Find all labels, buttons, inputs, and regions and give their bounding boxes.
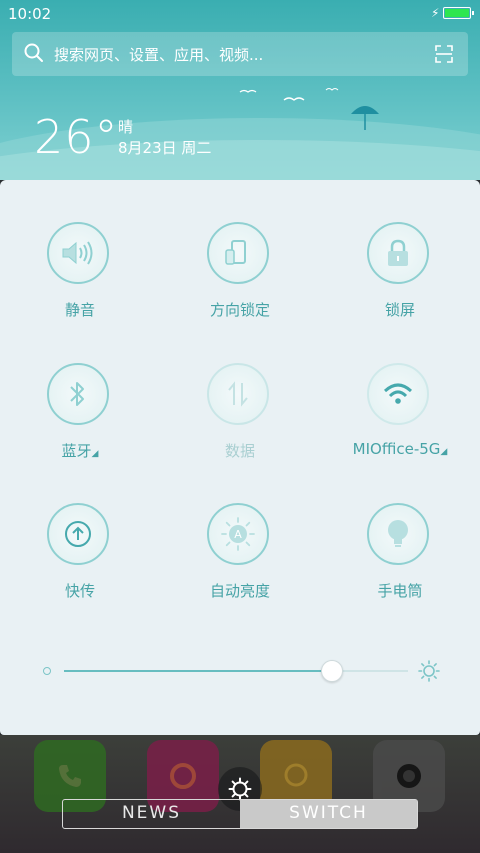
search-icon (24, 43, 43, 62)
brightness-low-icon (43, 667, 51, 675)
brightness-fill (64, 670, 333, 672)
expand-indicator-icon: ◢ (440, 447, 448, 457)
toggle-quick-transfer-circle[interactable] (47, 503, 109, 565)
search-bar[interactable]: 搜索网页、设置、应用、视频... (12, 32, 468, 76)
toggle-lock-screen-circle[interactable] (367, 222, 429, 284)
tab-switch[interactable]: SWITCH (240, 800, 417, 828)
toggle-wifi-circle[interactable] (367, 363, 429, 425)
quick-settings-panel: 静音 方向锁定 锁屏 蓝牙◢ 数据 MIOffice-5G◢ 快传 A 自动亮度… (0, 180, 480, 735)
toggle-mobile-data-label: 数据 (224, 442, 255, 460)
notification-tab-switcher: NEWS SWITCH (62, 799, 418, 829)
toggle-mute-circle[interactable] (47, 222, 109, 284)
upload-icon (65, 521, 91, 547)
expand-indicator-icon: ◢ (91, 449, 99, 459)
auto-brightness-icon: A (221, 517, 255, 551)
brightness-high-icon (418, 660, 440, 682)
svg-text:A: A (234, 528, 242, 541)
notification-header: 10:02 ⚡ 搜索网页、设置、应用、视频... 26° 晴 8月23日 周二 (0, 0, 480, 180)
tab-news[interactable]: NEWS (63, 800, 240, 828)
brightness-slider[interactable] (40, 658, 440, 688)
toggle-quick-transfer[interactable]: 快传 (0, 503, 160, 623)
toggle-mobile-data-circle[interactable] (207, 363, 269, 425)
browser-icon (170, 763, 196, 789)
weather-date: 8月23日 周二 (118, 139, 212, 157)
toggle-wifi-label: MIOffice-5G◢ (320, 440, 480, 458)
toggle-auto-brightness-label: 自动亮度 (209, 582, 270, 600)
toggle-mute-label: 静音 (64, 301, 95, 319)
birds-decoration (239, 88, 339, 101)
brightness-thumb[interactable] (321, 660, 344, 682)
toggle-wifi[interactable]: MIOffice-5G◢ (320, 363, 480, 483)
toggle-quick-transfer-label: 快传 (64, 582, 95, 600)
battery-icon (443, 7, 474, 19)
toggle-auto-brightness-circle[interactable]: A (207, 503, 269, 565)
scan-icon[interactable] (434, 44, 454, 64)
rotation-lock-icon (225, 240, 246, 265)
toggle-bluetooth[interactable]: 蓝牙◢ (0, 363, 160, 483)
charging-icon: ⚡ (431, 6, 440, 20)
data-arrows-icon (228, 381, 248, 407)
weather-condition: 晴 (118, 118, 134, 136)
toggle-flashlight-label: 手电筒 (377, 582, 423, 600)
bluetooth-label-text: 蓝牙 (61, 442, 92, 460)
toggle-mute[interactable]: 静音 (0, 222, 160, 342)
gear-icon (228, 777, 252, 801)
toggle-mobile-data[interactable]: 数据 (160, 363, 320, 483)
wifi-label-text: MIOffice-5G (352, 440, 441, 458)
toggle-lock-screen-label: 锁屏 (384, 301, 415, 319)
lock-icon (388, 239, 408, 266)
speaker-icon (62, 241, 93, 265)
bulb-icon (388, 520, 408, 547)
status-bar: 10:02 ⚡ (0, 0, 480, 28)
chat-bubble-icon (284, 763, 308, 787)
toggle-rotation-lock[interactable]: 方向锁定 (160, 222, 320, 342)
camera-icon (397, 764, 421, 788)
toggle-rotation-lock-label: 方向锁定 (209, 301, 270, 319)
toggle-flashlight-circle[interactable] (367, 503, 429, 565)
search-placeholder: 搜索网页、设置、应用、视频... (54, 46, 264, 64)
toggle-auto-brightness[interactable]: A 自动亮度 (160, 503, 320, 623)
bluetooth-icon (70, 382, 84, 406)
toggle-bluetooth-label: 蓝牙◢ (0, 440, 160, 461)
toggle-lock-screen[interactable]: 锁屏 (320, 222, 480, 342)
toggle-flashlight[interactable]: 手电筒 (320, 503, 480, 623)
toggle-rotation-lock-circle[interactable] (207, 222, 269, 284)
umbrella-decoration (351, 106, 379, 130)
phone-icon (59, 765, 81, 787)
temperature[interactable]: 26° (34, 110, 119, 164)
toggle-bluetooth-circle[interactable] (47, 363, 109, 425)
wifi-icon (383, 383, 413, 404)
clock: 10:02 (8, 5, 52, 23)
brightness-track[interactable] (64, 670, 408, 672)
